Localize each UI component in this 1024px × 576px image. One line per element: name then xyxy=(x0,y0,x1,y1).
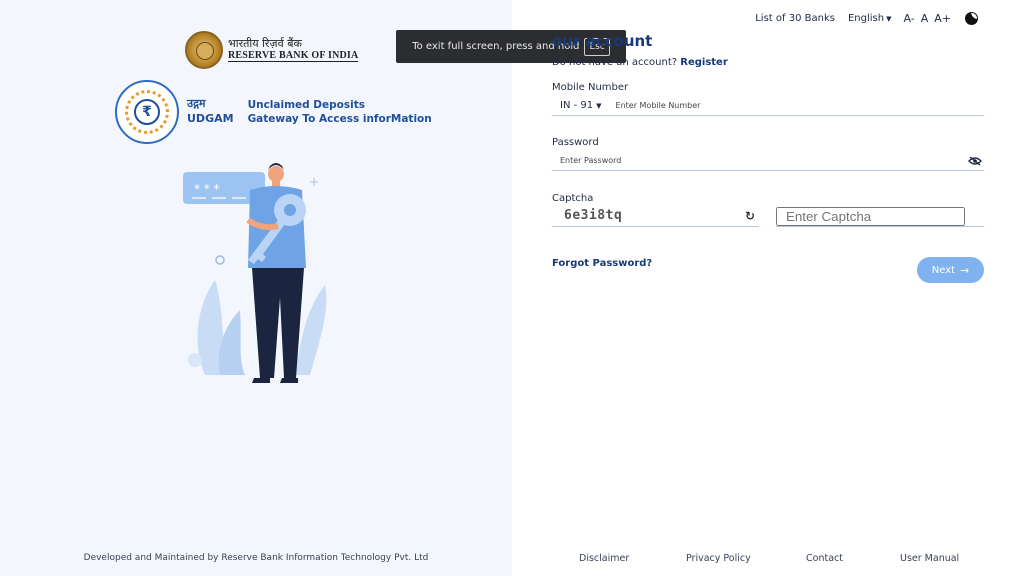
font-normal-button[interactable]: A xyxy=(921,12,929,25)
login-illustration: * * * xyxy=(183,163,327,383)
udgam-seal-icon: ₹ xyxy=(115,80,179,144)
udgam-tagline-line1: Unclaimed Deposits xyxy=(247,98,365,111)
captcha-text: 6e3i8tq xyxy=(564,208,623,223)
login-title: our account xyxy=(552,32,653,50)
top-toolbar: List of 30 Banks English ▼ A- A A+ xyxy=(755,12,978,25)
rbi-seal-icon xyxy=(185,31,223,69)
svg-text:* * *: * * * xyxy=(194,182,220,196)
next-button[interactable]: Next → xyxy=(917,257,984,283)
left-panel: भारतीय रिज़र्व बैंक RESERVE BANK OF INDI… xyxy=(0,0,512,576)
footer-privacy-link[interactable]: Privacy Policy xyxy=(686,553,751,564)
register-prompt-text: Do not have an account? xyxy=(552,57,678,68)
register-link[interactable]: Register xyxy=(680,57,728,68)
language-label: English xyxy=(847,13,885,24)
developer-credit: Developed and Maintained by Reserve Bank… xyxy=(83,553,429,563)
language-selector[interactable]: English ▼ xyxy=(848,13,892,24)
arrow-right-icon: → xyxy=(960,263,970,277)
rbi-logo: भारतीय रिज़र्व बैंक RESERVE BANK OF INDI… xyxy=(185,31,359,69)
mobile-number-label: Mobile Number xyxy=(552,82,629,93)
footer-user-manual-link[interactable]: User Manual xyxy=(900,553,959,564)
caret-down-icon: ▼ xyxy=(596,101,602,110)
captcha-label: Captcha xyxy=(552,193,594,204)
eye-off-icon[interactable] xyxy=(968,155,982,166)
captcha-input[interactable] xyxy=(776,207,965,226)
udgam-hindi-name: उद्गम xyxy=(187,97,206,111)
password-input[interactable] xyxy=(552,156,968,165)
udgam-tagline-line2: Gateway To Access inforMation xyxy=(247,113,432,125)
half-moon-icon[interactable] xyxy=(965,12,978,25)
next-button-label: Next xyxy=(931,264,956,276)
mobile-number-input[interactable] xyxy=(615,101,984,110)
register-prompt: Do not have an account? Register xyxy=(552,57,728,68)
captcha-field xyxy=(776,207,984,227)
footer-contact-link[interactable]: Contact xyxy=(806,553,843,564)
mobile-number-field: IN - 91 ▼ xyxy=(552,96,984,116)
list-of-banks-link[interactable]: List of 30 Banks xyxy=(755,13,835,24)
footer-disclaimer-link[interactable]: Disclaimer xyxy=(579,553,629,564)
country-code-value: IN - 91 xyxy=(560,100,594,111)
refresh-icon[interactable]: ↻ xyxy=(745,209,755,223)
country-code-select[interactable]: IN - 91 ▼ xyxy=(560,100,602,111)
font-decrease-button[interactable]: A- xyxy=(903,12,914,25)
password-label: Password xyxy=(552,137,599,148)
udgam-logo: ₹ उद्गम UDGAM Unclaimed Deposits Gateway… xyxy=(115,80,432,144)
font-increase-button[interactable]: A+ xyxy=(934,12,951,25)
password-field xyxy=(552,151,984,171)
rbi-hindi-name: भारतीय रिज़र्व बैंक xyxy=(228,36,302,50)
captcha-image: 6e3i8tq ↻ xyxy=(552,205,759,227)
forgot-password-link[interactable]: Forgot Password? xyxy=(552,258,652,269)
udgam-english-name: UDGAM xyxy=(187,112,234,125)
rbi-english-name: RESERVE BANK OF INDIA xyxy=(228,50,359,63)
chevron-down-icon: ▼ xyxy=(886,14,892,23)
